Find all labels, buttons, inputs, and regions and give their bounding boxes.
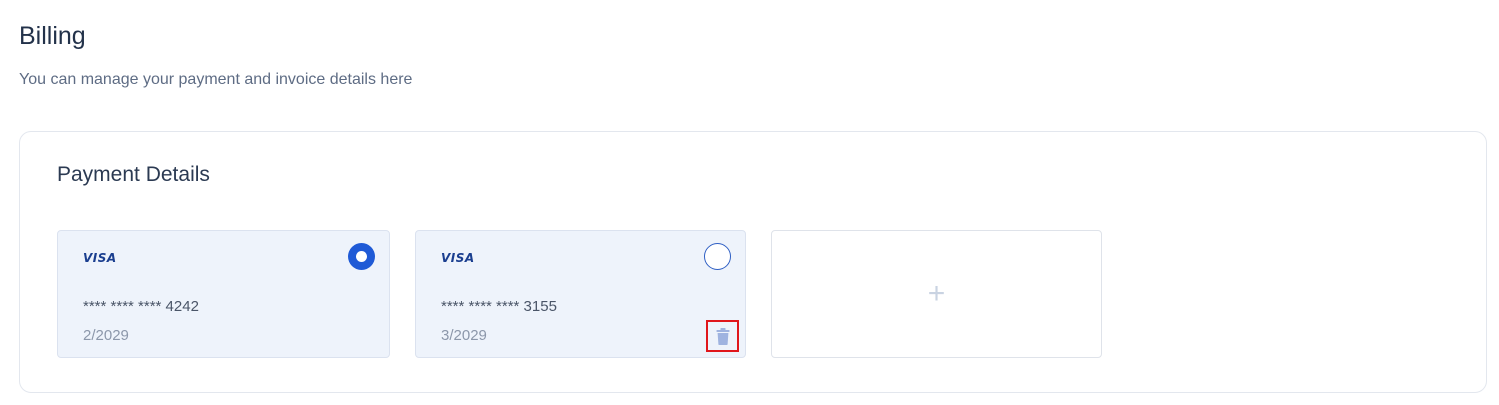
payment-details-title: Payment Details	[57, 163, 210, 186]
visa-brand-text: VISA	[441, 251, 475, 265]
payment-details-panel: Payment Details VISA **** **** **** 4242…	[19, 131, 1487, 393]
card-number: **** **** **** 3155	[441, 298, 557, 315]
add-card-button[interactable]: +	[771, 230, 1102, 358]
page-subtitle: You can manage your payment and invoice …	[19, 71, 413, 88]
trash-icon	[716, 327, 729, 345]
payment-card-4242[interactable]: VISA **** **** **** 4242 2/2029	[57, 230, 390, 358]
card-number: **** **** **** 4242	[83, 298, 199, 315]
radio-selected-icon[interactable]	[348, 243, 375, 270]
card-expiry: 2/2029	[83, 327, 129, 344]
payment-card-3155[interactable]: VISA **** **** **** 3155 3/2029	[415, 230, 746, 358]
delete-card-button[interactable]	[706, 320, 739, 352]
visa-logo: VISA	[83, 251, 117, 265]
visa-brand-text: VISA	[83, 251, 117, 265]
page-title: Billing	[19, 22, 86, 50]
card-expiry: 3/2029	[441, 327, 487, 344]
radio-unselected-icon[interactable]	[704, 243, 731, 270]
visa-logo: VISA	[441, 251, 475, 265]
plus-icon: +	[927, 277, 946, 310]
